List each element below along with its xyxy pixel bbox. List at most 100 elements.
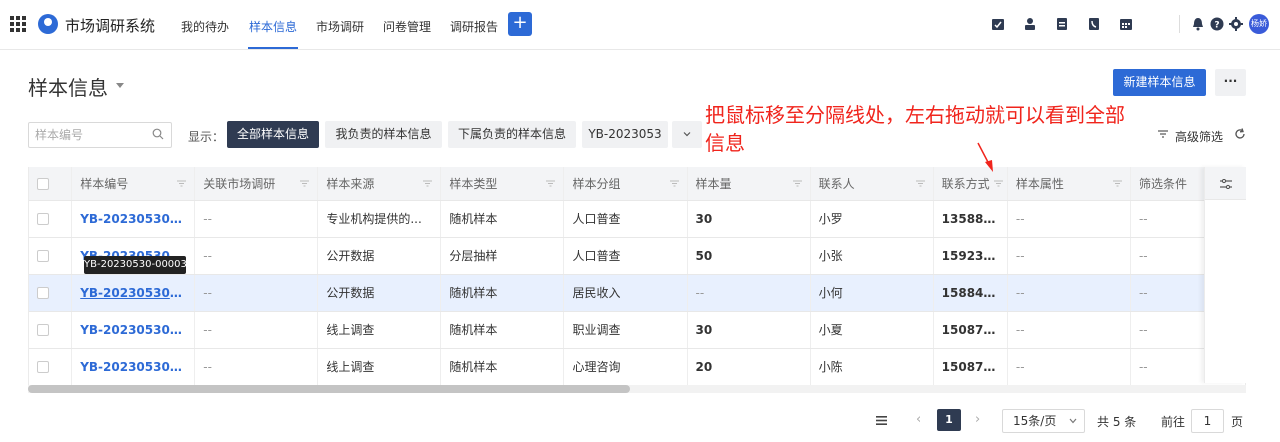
document-icon[interactable]: [1055, 17, 1069, 31]
column-filter-icon[interactable]: [423, 180, 433, 187]
select-all-checkbox[interactable]: [37, 177, 49, 190]
table-cell: 30: [687, 311, 811, 349]
column-filter-icon[interactable]: [915, 180, 925, 187]
nav-item-report[interactable]: 调研报告: [450, 18, 498, 35]
page-title[interactable]: 样本信息: [28, 72, 108, 101]
list-view-icon[interactable]: [876, 416, 887, 425]
table-row[interactable]: YB-20230530-00... -- 公开数据 分层抽样 人口普查 50 小…: [29, 237, 1245, 275]
calendar-icon[interactable]: [1119, 17, 1133, 31]
column-filter-icon[interactable]: [792, 180, 802, 187]
column-filter-icon[interactable]: [546, 180, 556, 187]
refresh-icon[interactable]: [1234, 128, 1246, 140]
table-cell: --: [1007, 237, 1131, 275]
table-cell: --: [194, 237, 319, 275]
prev-page-button[interactable]: ‹: [916, 412, 921, 427]
advanced-filter-button[interactable]: 高级筛选: [1175, 128, 1223, 145]
horizontal-scrollbar-thumb[interactable]: [28, 385, 630, 393]
chevron-down-icon[interactable]: [116, 83, 124, 88]
new-sample-button[interactable]: 新建样本信息: [1113, 69, 1206, 96]
column-header[interactable]: 样本属性: [1007, 167, 1131, 201]
table-cell: 人口普查: [563, 200, 688, 238]
app-grid-icon[interactable]: [10, 16, 26, 32]
column-header[interactable]: 样本类型: [440, 167, 565, 201]
column-header[interactable]: 样本量: [687, 167, 811, 201]
table-row[interactable]: YB-20230530-00... -- 线上调查 随机样本 心理咨询 20 小…: [29, 348, 1245, 385]
column-settings-icon[interactable]: [1220, 179, 1232, 189]
table-cell: 小何: [810, 274, 934, 312]
table-cell: 小罗: [810, 200, 934, 238]
more-button[interactable]: ···: [1215, 69, 1246, 96]
current-page[interactable]: 1: [937, 409, 961, 431]
nav-item-todo[interactable]: 我的待办: [181, 18, 229, 35]
table-row[interactable]: YB-20230530-00... -- 专业机构提供的... 随机样本 人口普…: [29, 200, 1245, 238]
goto-label: 前往: [1161, 415, 1186, 429]
data-table: 样本编号 关联市场调研 样本来源 样本类型 样本分组 样本量 联系人 联系方式 …: [28, 167, 1246, 385]
table-row[interactable]: YB-20230530-00... -- 线上调查 随机样本 职业调查 30 小…: [29, 311, 1245, 349]
row-checkbox-cell: [29, 237, 73, 275]
add-button[interactable]: +: [508, 12, 532, 36]
row-checkbox[interactable]: [37, 361, 49, 373]
column-header[interactable]: 联系人: [810, 167, 934, 201]
table-cell: 随机样本: [440, 274, 565, 312]
table-cell: 150871...: [933, 348, 1008, 385]
table-cell: 居民收入: [563, 274, 688, 312]
sample-id-link[interactable]: YB-20230530-00...: [71, 348, 196, 385]
column-header[interactable]: 样本来源: [317, 167, 442, 201]
table-header-row: 样本编号 关联市场调研 样本来源 样本类型 样本分组 样本量 联系人 联系方式 …: [29, 167, 1245, 201]
row-checkbox-cell: [29, 274, 73, 312]
goto-page-input[interactable]: [1191, 409, 1224, 433]
sample-id-link[interactable]: YB-20230530-00...: [71, 274, 196, 312]
row-checkbox[interactable]: [37, 213, 49, 225]
help-icon[interactable]: ?: [1210, 17, 1224, 31]
checklist-icon[interactable]: [991, 17, 1005, 31]
table-cell: 135887...: [933, 200, 1008, 238]
table-cell: 随机样本: [440, 311, 565, 349]
page-unit-label: 页: [1231, 415, 1244, 429]
table-cell: 20: [687, 348, 811, 385]
row-checkbox[interactable]: [37, 250, 49, 262]
chip-all-samples[interactable]: 全部样本信息: [227, 121, 319, 148]
column-header[interactable]: 样本编号: [71, 167, 196, 201]
chip-saved-filter[interactable]: YB-2023053: [582, 121, 668, 148]
table-cell: 专业机构提供的...: [317, 200, 442, 238]
row-checkbox[interactable]: [37, 287, 49, 299]
phone-book-icon[interactable]: [1087, 17, 1101, 31]
chip-subordinate-samples[interactable]: 下属负责的样本信息: [448, 121, 576, 148]
table-cell: --: [1007, 274, 1131, 312]
annotation-text: 把鼠标移至分隔线处，左右拖动就可以看到全部信息: [705, 103, 1125, 155]
nav-active-indicator: [248, 47, 298, 49]
table-cell: --: [194, 348, 319, 385]
show-label: 显示：: [188, 130, 225, 144]
table-cell: 158844...: [933, 274, 1008, 312]
column-filter-icon[interactable]: [1112, 180, 1122, 187]
nav-item-market-research[interactable]: 市场调研: [316, 18, 364, 35]
nav-item-samples[interactable]: 样本信息: [249, 18, 297, 35]
row-checkbox[interactable]: [37, 324, 49, 336]
column-filter-icon[interactable]: [177, 180, 187, 187]
annotation-arrow-icon: [977, 142, 993, 172]
column-filter-icon[interactable]: [669, 180, 679, 187]
table-row[interactable]: YB-20230530-00... -- 公开数据 随机样本 居民收入 -- 小…: [29, 274, 1245, 312]
gear-icon[interactable]: [1229, 17, 1243, 31]
top-navbar: 市场调研系统 我的待办 样本信息 市场调研 问卷管理 调研报告 + ? 杨娇: [0, 0, 1280, 50]
bell-icon[interactable]: [1191, 17, 1205, 31]
chip-my-samples[interactable]: 我负责的样本信息: [325, 121, 442, 148]
column-header[interactable]: 关联市场调研: [194, 167, 319, 201]
table-cell: 公开数据: [317, 237, 442, 275]
table-cell: --: [194, 274, 319, 312]
sample-id-link[interactable]: YB-20230530-00...: [71, 311, 196, 349]
row-checkbox-cell: [29, 200, 73, 238]
next-page-button[interactable]: ›: [975, 412, 980, 427]
row-checkbox-cell: [29, 348, 73, 385]
sample-id-link[interactable]: YB-20230530-00...: [71, 200, 196, 238]
search-input[interactable]: [35, 127, 145, 143]
column-filter-icon[interactable]: [993, 180, 1003, 187]
table-cell: 线上调查: [317, 311, 442, 349]
column-filter-icon[interactable]: [300, 180, 310, 187]
user-icon[interactable]: [1023, 17, 1037, 31]
nav-item-questionnaire[interactable]: 问卷管理: [383, 18, 431, 35]
total-count: 共 5 条: [1097, 415, 1137, 429]
search-icon[interactable]: [152, 128, 164, 140]
column-header[interactable]: 样本分组: [563, 167, 688, 201]
user-avatar[interactable]: 杨娇: [1249, 14, 1269, 34]
